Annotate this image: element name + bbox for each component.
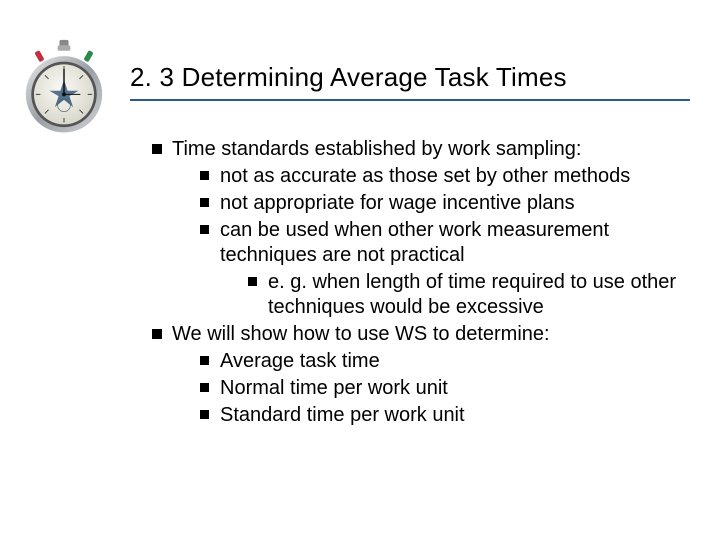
bullet-text: Standard time per work unit	[220, 404, 465, 426]
slide: 2. 3 Determining Average Task Times Time…	[0, 0, 720, 540]
bullet-list-level1: Time standards established by work sampl…	[150, 137, 698, 428]
bullet-text: Average task time	[220, 350, 380, 372]
list-item: We will show how to use WS to determine:…	[150, 322, 698, 428]
list-item: Average task time	[198, 349, 698, 374]
bullet-text: e. g. when length of time required to us…	[268, 271, 676, 318]
list-item: Normal time per work unit	[198, 376, 698, 401]
bullet-text: Time standards established by work sampl…	[172, 138, 581, 160]
list-item: Standard time per work unit	[198, 403, 698, 428]
list-item: not appropriate for wage incentive plans	[198, 191, 698, 216]
bullet-list-level2: not as accurate as those set by other me…	[198, 164, 698, 320]
bullet-text: We will show how to use WS to determine:	[172, 323, 550, 345]
list-item: e. g. when length of time required to us…	[246, 270, 698, 320]
bullet-list-level3: e. g. when length of time required to us…	[246, 270, 698, 320]
slide-title: 2. 3 Determining Average Task Times	[130, 62, 690, 93]
list-item: Time standards established by work sampl…	[150, 137, 698, 320]
body-content: Time standards established by work sampl…	[150, 135, 698, 430]
title-block: 2. 3 Determining Average Task Times	[130, 62, 690, 101]
stopwatch-icon	[18, 38, 110, 138]
title-underline	[130, 99, 690, 101]
list-item: not as accurate as those set by other me…	[198, 164, 698, 189]
bullet-text: Normal time per work unit	[220, 377, 448, 399]
list-item: can be used when other work measurement …	[198, 218, 698, 320]
bullet-text: not appropriate for wage incentive plans	[220, 192, 575, 214]
bullet-text: not as accurate as those set by other me…	[220, 165, 630, 187]
bullet-text: can be used when other work measurement …	[220, 219, 609, 266]
bullet-list-level2: Average task time Normal time per work u…	[198, 349, 698, 428]
